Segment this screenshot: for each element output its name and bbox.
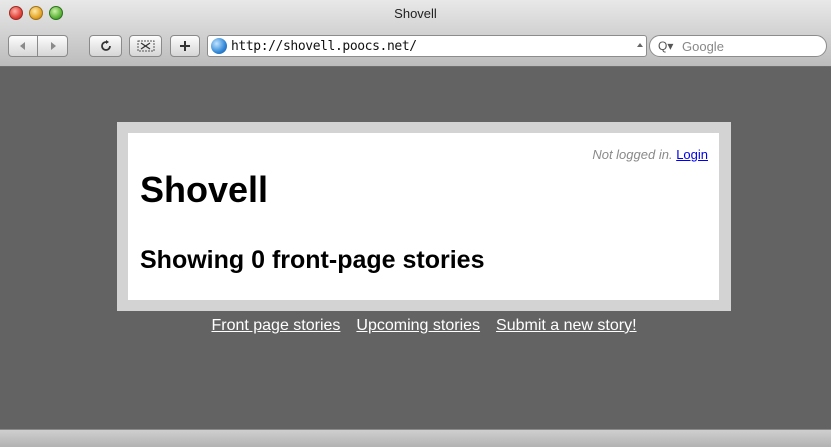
content-frame: Not logged in. Login Shovell Showing 0 f…	[117, 122, 731, 311]
snippet-icon	[137, 40, 154, 52]
plus-icon	[180, 41, 190, 51]
site-title: Shovell	[140, 169, 269, 210]
back-button[interactable]	[8, 35, 38, 57]
reload-button[interactable]	[89, 35, 122, 57]
login-status-text: Not logged in.	[592, 147, 673, 162]
login-status-line: Not logged in. Login	[592, 147, 708, 162]
address-bar[interactable]: http://shovell.poocs.net/	[207, 35, 647, 57]
stories-heading: Showing 0 front-page stories	[140, 246, 485, 274]
search-placeholder: Google	[682, 39, 724, 54]
window-title: Shovell	[394, 6, 437, 21]
forward-arrow-icon	[50, 42, 56, 50]
browser-titlebar: Shovell http://shovell.poocs.net/ Q▾ Goo…	[0, 0, 831, 67]
search-field[interactable]: Q▾ Google	[649, 35, 827, 57]
address-dropdown-icon[interactable]	[637, 43, 643, 47]
globe-icon	[211, 38, 227, 54]
back-arrow-icon	[20, 42, 25, 50]
footer-navigation: Front page stories Upcoming stories Subm…	[117, 317, 731, 335]
address-url[interactable]: http://shovell.poocs.net/	[231, 39, 417, 54]
nav-front-page-stories[interactable]: Front page stories	[211, 317, 340, 335]
reload-icon	[100, 40, 111, 51]
forward-button[interactable]	[38, 35, 68, 57]
search-icon[interactable]: Q▾	[658, 39, 673, 53]
nav-upcoming-stories[interactable]: Upcoming stories	[356, 317, 480, 335]
status-bar	[0, 429, 831, 447]
snippet-button[interactable]	[129, 35, 162, 57]
content-panel: Not logged in. Login Shovell Showing 0 f…	[128, 133, 719, 300]
login-link[interactable]: Login	[676, 147, 708, 162]
add-bookmark-button[interactable]	[170, 35, 200, 57]
nav-submit-story[interactable]: Submit a new story!	[496, 317, 637, 335]
